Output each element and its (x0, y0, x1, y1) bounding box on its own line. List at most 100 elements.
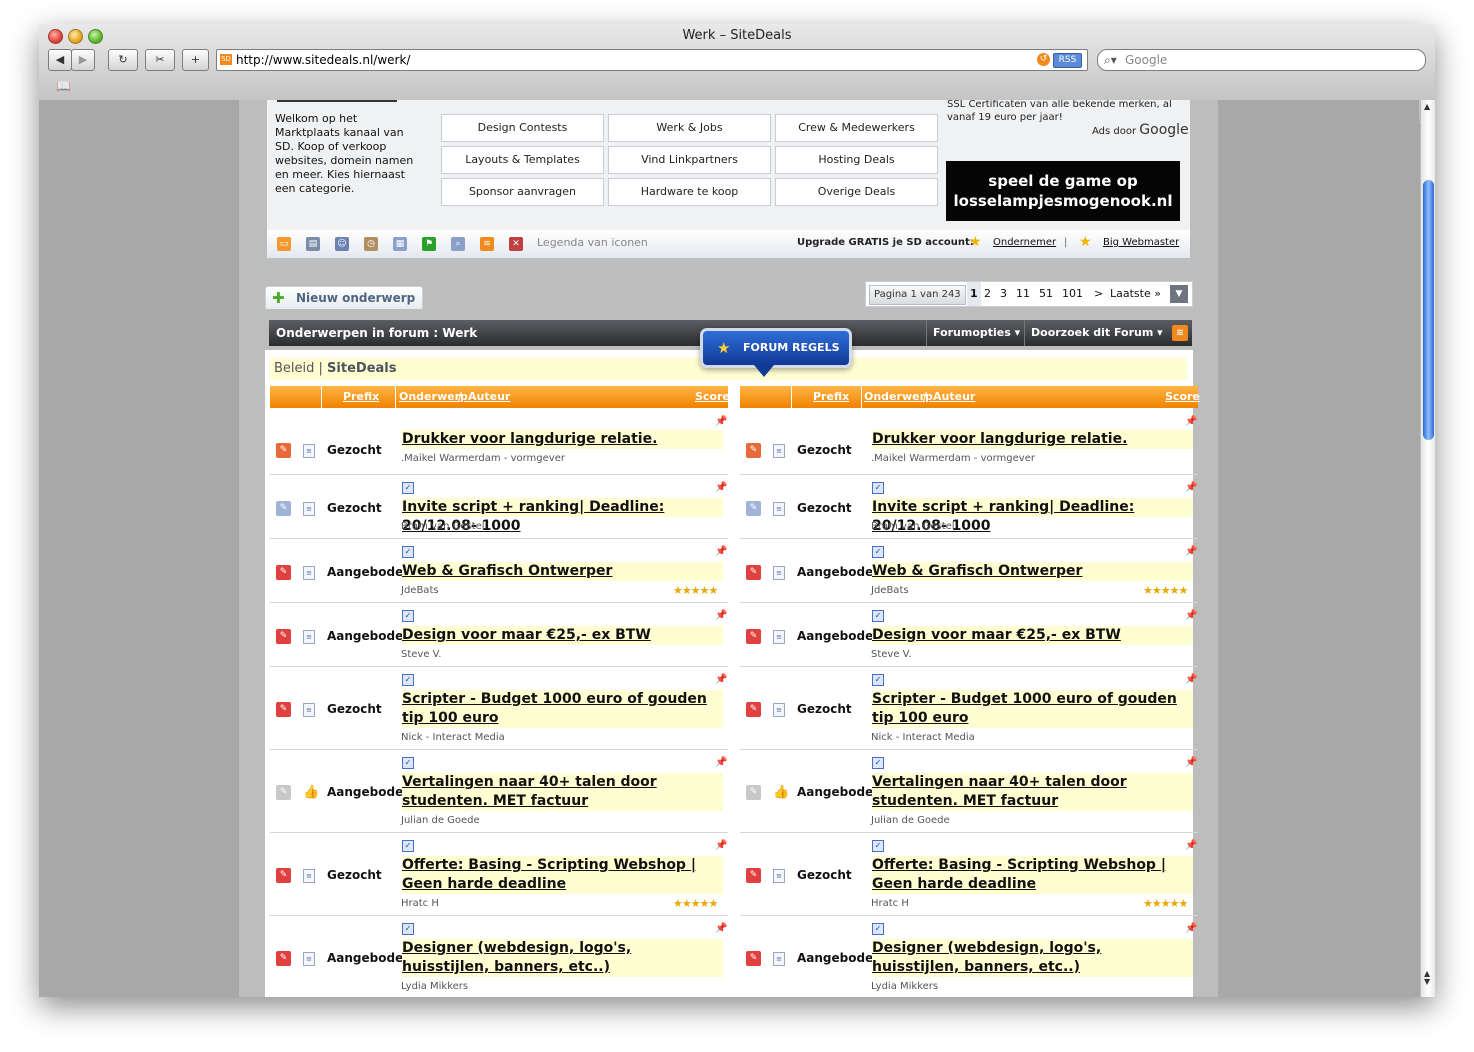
page-11[interactable]: 11 (1016, 282, 1030, 306)
ondernemer-link[interactable]: Ondernemer (993, 237, 1056, 248)
page-3[interactable]: 3 (1000, 282, 1007, 306)
page-1[interactable]: 1 (967, 282, 981, 306)
category-hardware-te-koop[interactable]: Hardware te koop (608, 178, 771, 206)
address-bar[interactable]: SD http://www.sitedeals.nl/werk/ (216, 49, 1088, 71)
thread-author[interactable]: Steve V. (871, 649, 911, 660)
thread-row[interactable]: ✎ 👍 Aangeboden ✓ 📌 Vertalingen naar 40+ talen… (270, 749, 728, 833)
thread-title-link[interactable]: Vertalingen naar 40+ talen door studente… (402, 773, 723, 811)
thread-title-link[interactable]: Web & Grafisch Ontwerper (402, 562, 723, 581)
checkbox-icon[interactable]: ✓ (402, 674, 414, 686)
doorzoek-forum-menu[interactable]: Doorzoek dit Forum ▾ (1024, 320, 1169, 346)
thread-author[interactable]: Nick - Interact Media (401, 732, 505, 743)
category-hosting-deals[interactable]: Hosting Deals (775, 146, 938, 174)
thread-title-link[interactable]: Designer (webdesign, logo's, huisstijlen… (402, 939, 723, 977)
thread-author[interactable]: JdeBats (871, 585, 909, 596)
thread-title-link[interactable]: Design voor maar €25,- ex BTW (402, 626, 723, 645)
score-sort-link[interactable]: Score (1165, 386, 1200, 408)
thread-author[interactable]: Lydia Mikkers (871, 981, 938, 992)
ads-by-google[interactable]: Ads door Google (1092, 122, 1189, 138)
new-topic-button[interactable]: ✚ Nieuw onderwerp (265, 286, 423, 309)
mark-read-icon[interactable]: ✕ (509, 237, 523, 251)
checkbox-icon[interactable]: ✓ (402, 923, 414, 935)
auteur-sort-link[interactable]: Auteur (468, 386, 510, 408)
forward-button[interactable]: ▶ (71, 49, 95, 71)
thread-title-link[interactable]: Scripter - Budget 1000 euro of gouden ti… (872, 690, 1193, 728)
thread-author[interactable]: Hratc H (871, 898, 909, 909)
beleid-sitedeals[interactable]: SiteDeals (327, 361, 396, 376)
thread-row[interactable]: ✎ ≡ Gezocht ✓ 📌 Offerte: Basing - Scripting W… (740, 832, 1198, 916)
thread-title-link[interactable]: Web & Grafisch Ontwerper (872, 562, 1193, 581)
page-jump-dropdown[interactable]: ▼ (1170, 285, 1188, 303)
category-sponsor-aanvragen[interactable]: Sponsor aanvragen (441, 178, 604, 206)
vertical-scrollbar[interactable]: ▲ ▲ ▼ (1420, 100, 1435, 997)
thread-author[interactable]: Julian de Goede (871, 815, 950, 826)
thread-author[interactable]: JdeBats (401, 585, 439, 596)
bookmarks-book-icon[interactable]: 📖 (56, 79, 71, 93)
thread-author[interactable]: Steve V. (401, 649, 441, 660)
thread-author[interactable]: Bram van Gestel (871, 521, 955, 532)
score-sort-link[interactable]: Score (695, 386, 730, 408)
calendar-icon[interactable]: ▦ (393, 237, 407, 251)
checkbox-icon[interactable]: ✓ (872, 482, 884, 494)
game-banner[interactable]: speel de game op losselampjesmogenook.nl (946, 161, 1180, 221)
checkbox-icon[interactable]: ✓ (872, 546, 884, 558)
thread-author[interactable]: .Maikel Warmerdam - vormgever (401, 453, 565, 464)
category-vind-linkpartners[interactable]: Vind Linkpartners (608, 146, 771, 174)
checkbox-icon[interactable]: ✓ (402, 482, 414, 494)
category-werk-jobs[interactable]: Werk & Jobs (608, 114, 771, 142)
thread-row[interactable]: ✎ ≡ Gezocht ✓ 📌 Offerte: Basing - Scripting W… (270, 832, 728, 916)
category-layouts-templates[interactable]: Layouts & Templates (441, 146, 604, 174)
thread-title-link[interactable]: Invite script + ranking| Deadline: 20/12… (872, 498, 1193, 534)
thread-title-link[interactable]: Design voor maar €25,- ex BTW (872, 626, 1193, 645)
checkbox-icon[interactable]: ✓ (872, 610, 884, 622)
snapback-button[interactable]: ✂ (145, 49, 175, 71)
new-posts-icon[interactable]: ▭ (277, 237, 291, 251)
thread-author[interactable]: Lydia Mikkers (401, 981, 468, 992)
category-overige-deals[interactable]: Overige Deals (775, 178, 938, 206)
page-next[interactable]: > (1094, 282, 1103, 306)
thread-title-link[interactable]: Drukker voor langdurige relatie. (872, 430, 1193, 449)
forum-rules-button[interactable]: ★ FORUM REGELS (700, 328, 852, 368)
thread-row[interactable]: ✎ ≡ Aangeboden ✓ 📌 Designer (webdesign, logo'… (270, 915, 728, 997)
page-2[interactable]: 2 (984, 282, 991, 306)
thread-row[interactable]: ✎ ≡ Aangeboden ✓ 📌 Design voor maar €25,- ex … (270, 602, 728, 667)
thread-row[interactable]: ✎ ≡ Gezocht 📌 Drukker voor langdurige relati… (270, 416, 728, 475)
checkbox-icon[interactable]: ✓ (402, 840, 414, 852)
profile-icon[interactable]: ☺ (335, 237, 349, 251)
thread-title-link[interactable]: Invite script + ranking| Deadline: 20/12… (402, 498, 723, 534)
flag-icon[interactable]: ⚑ (422, 237, 436, 251)
rss-feed-icon[interactable]: ≋ (480, 237, 494, 251)
checkbox-icon[interactable]: ✓ (872, 674, 884, 686)
thread-author[interactable]: Julian de Goede (401, 815, 480, 826)
back-button[interactable]: ◀ (48, 49, 72, 71)
thread-title-link[interactable]: Vertalingen naar 40+ talen door studente… (872, 773, 1193, 811)
scroll-up-icon[interactable]: ▲ (1424, 102, 1430, 111)
thread-row[interactable]: ✎ ≡ Gezocht ✓ 📌 Scripter - Budget 1000 euro o… (270, 666, 728, 750)
big-webmaster-link[interactable]: Big Webmaster (1103, 237, 1179, 248)
category-crew-medewerkers[interactable]: Crew & Medewerkers (775, 114, 938, 142)
ssl-ad-text[interactable]: SSL Certificaten van alle bekende merken… (947, 100, 1180, 124)
history-clock-icon[interactable]: ◷ (364, 237, 378, 251)
checkbox-icon[interactable]: ✓ (872, 757, 884, 769)
category-design-contests[interactable]: Design Contests (441, 114, 604, 142)
prefix-sort-link[interactable]: Prefix (813, 386, 849, 408)
thread-row[interactable]: ✎ ≡ Gezocht ✓ 📌 Scripter - Budget 1000 euro o… (740, 666, 1198, 750)
checkbox-icon[interactable]: ✓ (872, 840, 884, 852)
subscriptions-icon[interactable]: ▤ (306, 237, 320, 251)
thread-title-link[interactable]: Offerte: Basing - Scripting Webshop | Ge… (402, 856, 723, 894)
checkbox-icon[interactable]: ✓ (872, 923, 884, 935)
thread-author[interactable]: Hratc H (401, 898, 439, 909)
search-field[interactable]: ⌕▾ Google (1097, 49, 1426, 71)
thread-row[interactable]: ✎ ≡ Gezocht ✓ 📌 Invite script + ranking| Dead… (740, 474, 1198, 539)
thread-author[interactable]: .Maikel Warmerdam - vormgever (871, 453, 1035, 464)
thread-row[interactable]: ✎ ≡ Gezocht 📌 Drukker voor langdurige relati… (740, 416, 1198, 475)
page-101[interactable]: 101 (1062, 282, 1083, 306)
snapback-icon[interactable]: ↺ (1037, 53, 1050, 66)
thread-row[interactable]: ✎ ≡ Gezocht ✓ 📌 Invite script + ranking| Dead… (270, 474, 728, 539)
thread-title-link[interactable]: Drukker voor langdurige relatie. (402, 430, 723, 449)
checkbox-icon[interactable]: ✓ (402, 757, 414, 769)
reload-button[interactable]: ↻ (108, 49, 138, 71)
rss-button[interactable]: RSS (1053, 53, 1082, 68)
page-last[interactable]: Laatste » (1110, 282, 1161, 306)
thread-row[interactable]: ✎ ≡ Aangeboden ✓ 📌 Web & Grafisch Ontwerper Jd… (270, 538, 728, 603)
